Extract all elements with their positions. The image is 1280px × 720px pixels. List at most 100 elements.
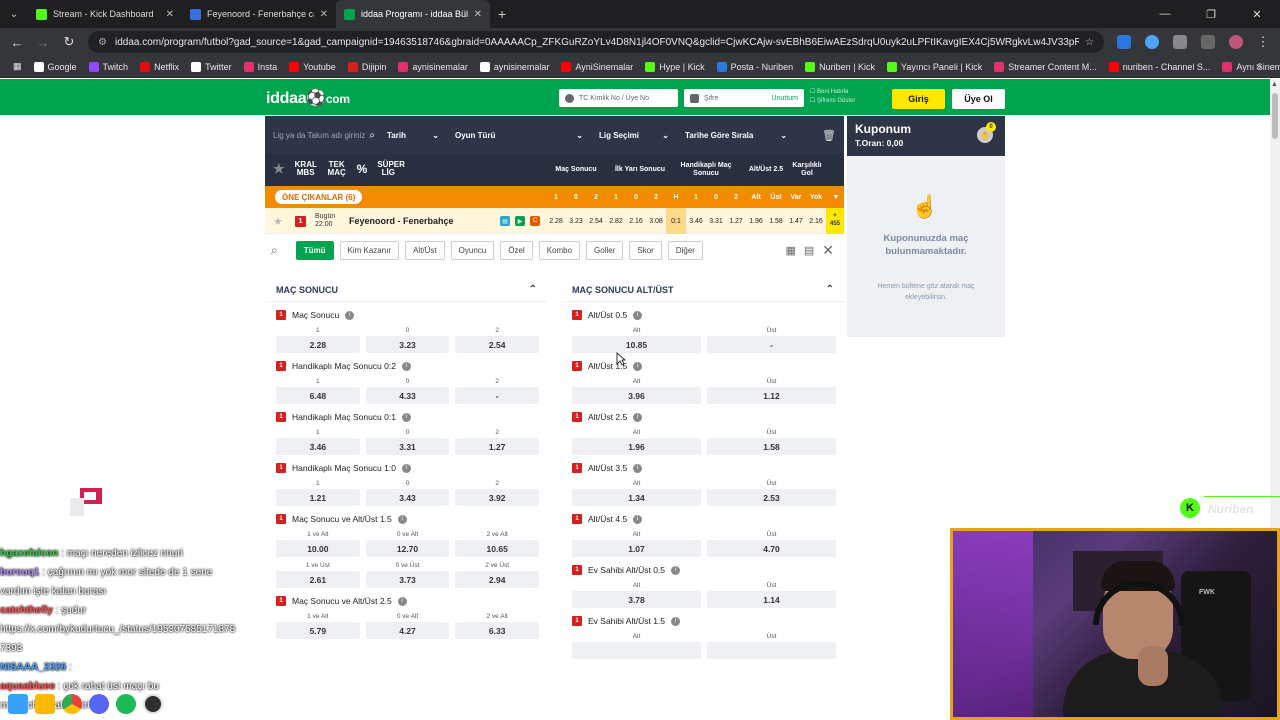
odd-button[interactable]: - <box>455 387 540 404</box>
forward-icon[interactable]: → <box>32 31 54 53</box>
odd-cell[interactable]: 1.47 <box>786 208 806 234</box>
odd-cell[interactable]: 2.16 <box>806 208 826 234</box>
info-icon[interactable]: i <box>633 310 643 320</box>
close-tab-icon[interactable]: ✕ <box>320 9 328 20</box>
odd-button[interactable]: 4.33 <box>365 387 450 404</box>
bookmark-star-icon[interactable]: ☆ <box>1085 37 1094 48</box>
close-tab-icon[interactable]: ✕ <box>166 9 174 20</box>
url-bar[interactable]: ⚙ iddaa.com/program/futbol?gad_source=1&… <box>88 31 1104 53</box>
canli-icon[interactable]: C <box>530 216 540 226</box>
search-icon[interactable]: ⌕ <box>271 243 278 258</box>
close-icon[interactable]: ✕ <box>822 242 834 259</box>
tab-ozel[interactable]: Özel <box>500 240 533 260</box>
game-type-select[interactable]: Oyun Türü ⌄ <box>451 125 587 145</box>
chat-username[interactable]: burcuq1 <box>0 567 39 578</box>
bookmark-item[interactable]: Twitter <box>186 61 237 72</box>
odd-button[interactable]: 4.27 <box>365 622 450 639</box>
tab-tumu[interactable]: Tümü <box>295 240 334 260</box>
reload-icon[interactable]: ↻ <box>58 31 80 53</box>
odd-button[interactable]: 1.58 <box>707 438 836 455</box>
odd-button[interactable]: 2.94 <box>455 571 540 588</box>
close-window-icon[interactable]: ✕ <box>1234 0 1280 28</box>
kral-mbs-icon[interactable]: KRAL MBS <box>295 161 317 177</box>
odd-button[interactable]: 3.23 <box>365 336 450 353</box>
bookmark-item[interactable]: Nuriben | Kick <box>800 61 880 72</box>
odd-cell[interactable]: 2.82 <box>606 208 626 234</box>
odd-button[interactable]: 6.48 <box>276 387 360 404</box>
chevron-up-icon[interactable]: ⌃ <box>826 284 834 295</box>
stats-icon[interactable]: ▤ <box>500 216 510 226</box>
iddaa-logo[interactable]: iddaa⚽com <box>266 88 350 108</box>
odd-cell[interactable]: 3.08 <box>646 208 666 234</box>
show-password-checkbox[interactable]: ☐ Şifremi Göster <box>810 97 855 106</box>
tab-iddaa[interactable]: iddaa Programı - iddaa Bülteni ✕ <box>336 0 490 28</box>
info-icon[interactable]: i <box>633 463 643 473</box>
info-icon[interactable]: i <box>401 463 411 473</box>
odd-button[interactable]: 3.73 <box>365 571 450 588</box>
odd-button[interactable]: 3.78 <box>572 591 701 608</box>
sort-select[interactable]: Tarihe Göre Sırala ⌄ <box>681 125 791 145</box>
odd-button[interactable]: 3.43 <box>365 489 450 506</box>
extensions-puzzle-icon[interactable] <box>1173 35 1187 49</box>
chrome-icon[interactable] <box>62 694 82 714</box>
scroll-up-icon[interactable]: ▲ <box>1271 81 1278 88</box>
tek-mac-icon[interactable]: TEK MAÇ <box>327 161 347 177</box>
info-icon[interactable]: i <box>633 412 643 422</box>
new-tab-icon[interactable]: + <box>490 6 514 22</box>
odd-cell[interactable]: 2.28 <box>546 208 566 234</box>
odd-button[interactable]: 10.65 <box>455 540 540 557</box>
profile-avatar[interactable] <box>1229 35 1243 49</box>
odd-button[interactable]: 12.70 <box>365 540 450 557</box>
bookmark-item[interactable]: aynisinemalar <box>475 61 555 72</box>
password-field[interactable]: Şifre Unuttum <box>684 89 804 107</box>
minimize-icon[interactable]: — <box>1142 0 1188 28</box>
tab-oyuncu[interactable]: Oyuncu <box>450 240 495 260</box>
odd-cell[interactable]: 1.58 <box>766 208 786 234</box>
odd-button[interactable]: 2.28 <box>276 336 360 353</box>
info-icon[interactable]: i <box>345 310 355 320</box>
live-icon[interactable]: ▶ <box>515 216 525 226</box>
expand-chevron-icon[interactable]: ▼ <box>826 186 846 208</box>
register-button[interactable]: Üye Ol <box>952 89 1005 109</box>
odd-cell[interactable]: 3.31 <box>706 208 726 234</box>
match-teams[interactable]: Feyenoord - Fenerbahçe <box>349 216 454 226</box>
obs-icon[interactable] <box>143 694 163 714</box>
close-tab-icon[interactable]: ✕ <box>474 9 482 20</box>
favorite-star-icon[interactable]: ★ <box>273 215 283 228</box>
tab-kim-kazanir[interactable]: Kim Kazanır <box>339 240 400 260</box>
bookmark-item[interactable]: Youtube <box>284 61 341 72</box>
odd-cell[interactable]: 2.54 <box>586 208 606 234</box>
odd-button[interactable]: - <box>707 336 836 353</box>
odd-button[interactable]: 3.46 <box>276 438 360 455</box>
odd-button[interactable] <box>707 642 836 659</box>
bookmark-item[interactable]: Posta - Nuriben <box>712 61 799 72</box>
bookmark-item[interactable]: Dijipin <box>343 61 392 72</box>
sidepanel-icon[interactable] <box>1201 35 1215 49</box>
tab-feyenoord[interactable]: Feyenoord - Fenerbahçe canlı s ✕ <box>182 0 336 28</box>
super-lig-icon[interactable]: SÜPER LİG <box>377 161 405 177</box>
info-icon[interactable]: i <box>397 596 407 606</box>
odd-button[interactable]: 2.53 <box>707 489 836 506</box>
odd-button[interactable]: 1.12 <box>707 387 836 404</box>
tab-kick-dashboard[interactable]: Stream - Kick Dashboard ✕ <box>28 0 182 28</box>
bookmark-item[interactable]: aynisinemalar <box>393 61 473 72</box>
odd-cell[interactable]: 3.46 <box>686 208 706 234</box>
info-icon[interactable]: i <box>401 361 411 371</box>
odd-button[interactable]: 3.31 <box>365 438 450 455</box>
chevron-up-icon[interactable]: ⌃ <box>529 284 537 295</box>
odd-button[interactable]: 1.96 <box>572 438 701 455</box>
chat-username[interactable]: hgaxefalcon <box>0 548 58 559</box>
odd-cell[interactable]: 1.27 <box>726 208 746 234</box>
restore-icon[interactable]: ❐ <box>1188 0 1234 28</box>
info-icon[interactable]: i <box>633 514 643 524</box>
odd-cell[interactable]: 3.23 <box>566 208 586 234</box>
bookmark-item[interactable]: Yayıncı Paneli | Kick <box>882 61 987 72</box>
column-header[interactable]: MAÇ SONUCU ⌃ <box>266 278 547 302</box>
tab-alt-ust[interactable]: Alt/Üst <box>405 240 445 260</box>
tab-goller[interactable]: Goller <box>586 240 624 260</box>
info-icon[interactable]: i <box>671 616 681 626</box>
bookmark-item[interactable]: AyniSinemalar <box>556 61 638 72</box>
forgot-password-link[interactable]: Unuttum <box>772 95 798 102</box>
tab-diger[interactable]: Diğer <box>667 240 703 260</box>
bookmark-item[interactable]: Google <box>29 61 82 72</box>
